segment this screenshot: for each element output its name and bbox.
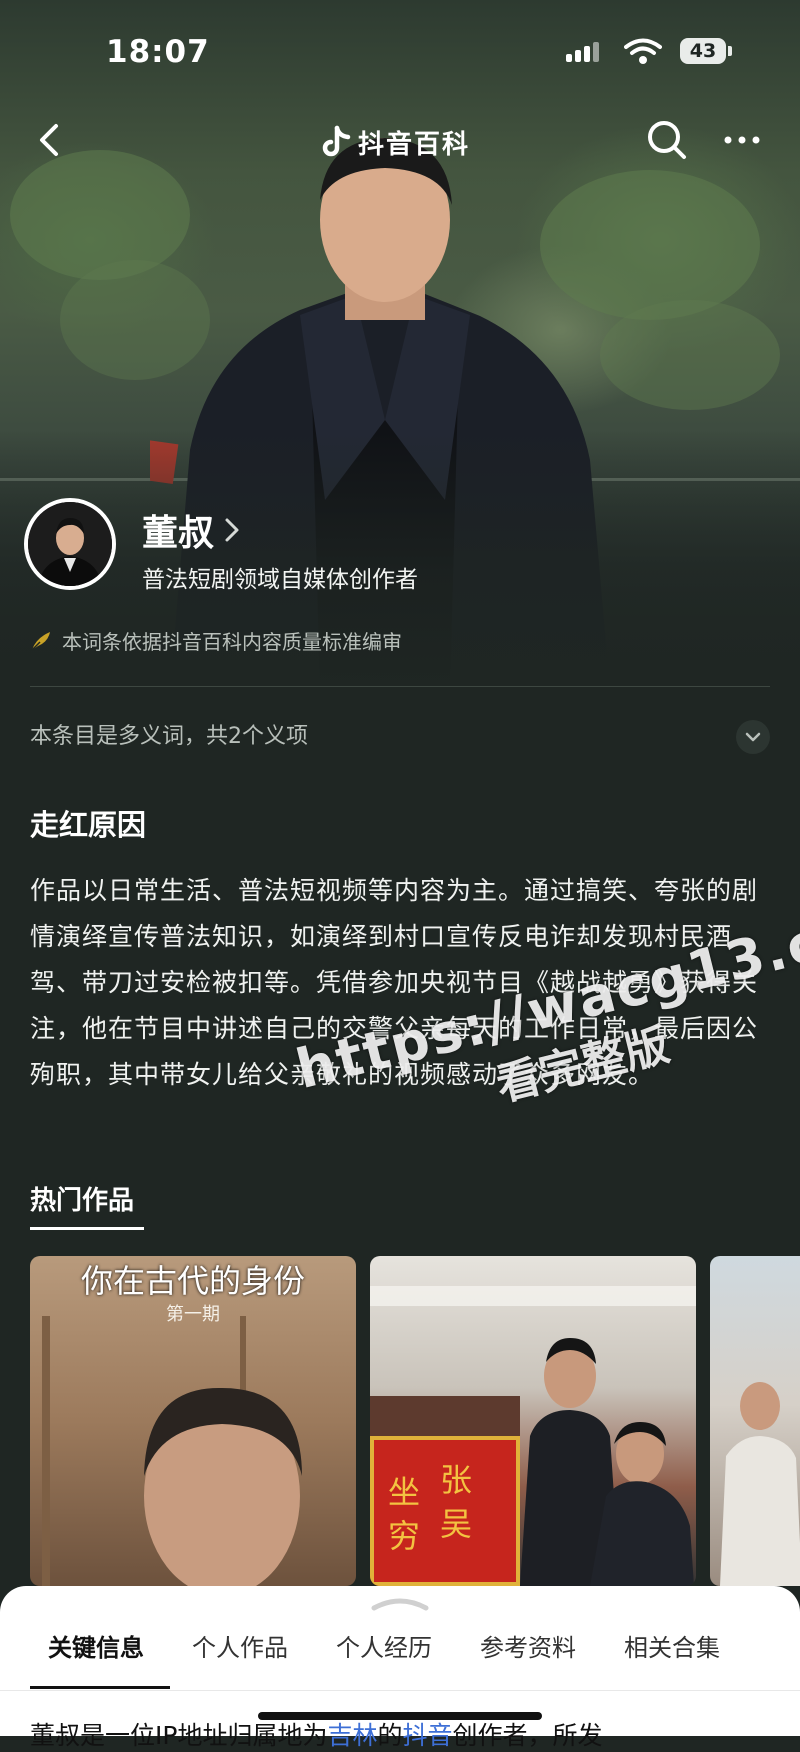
quill-icon bbox=[31, 631, 50, 651]
red-banner: 坐穷 张吴 bbox=[370, 1436, 520, 1586]
search-icon[interactable] bbox=[645, 118, 689, 162]
avatar[interactable] bbox=[24, 498, 116, 590]
section-title: 走红原因 bbox=[30, 808, 147, 842]
work-card[interactable]: 你在古代的身份 第一期 bbox=[30, 1256, 356, 1586]
hot-works-carousel: 你在古代的身份 第一期 坐穷 张吴 bbox=[30, 1256, 800, 1586]
tab-active-indicator bbox=[30, 1227, 144, 1230]
work-card-face bbox=[144, 1387, 302, 1586]
expand-button[interactable] bbox=[736, 720, 770, 754]
banner-text-right: 张吴 bbox=[440, 1461, 473, 1543]
tab-related-collections[interactable]: 相关合集 bbox=[624, 1628, 720, 1663]
top-nav: 抖音百科 bbox=[0, 108, 800, 172]
work-card-people bbox=[520, 1338, 694, 1586]
profile-subtitle: 普法短剧领域自媒体创作者 bbox=[142, 567, 418, 593]
banner-text-left: 坐穷 bbox=[388, 1473, 421, 1555]
work-card-title: 你在古代的身份 bbox=[80, 1262, 305, 1300]
profile-header: 董叔 普法短剧领域自媒体创作者 bbox=[24, 498, 784, 598]
chevron-down-icon bbox=[745, 732, 761, 742]
work-card-person bbox=[720, 1382, 800, 1586]
work-card-episode: 第一期 bbox=[166, 1304, 220, 1325]
status-bar: 18:07 43 bbox=[0, 0, 800, 100]
profile-name: 董叔 bbox=[142, 513, 215, 554]
brand-title: 抖音百科 bbox=[320, 122, 470, 162]
door-frame bbox=[42, 1316, 50, 1586]
review-note-text: 本词条依据抖音百科内容质量标准编审 bbox=[62, 630, 402, 654]
battery-icon bbox=[728, 46, 732, 56]
work-card[interactable]: 坐穷 张吴 bbox=[370, 1256, 696, 1586]
battery-level: 43 bbox=[680, 38, 726, 64]
tab-references[interactable]: 参考资料 bbox=[480, 1628, 576, 1663]
divider bbox=[30, 686, 770, 687]
polysemy-row[interactable]: 本条目是多义词，共2个义项 bbox=[30, 718, 770, 754]
signal-icon bbox=[566, 42, 602, 62]
foliage bbox=[600, 300, 780, 410]
more-options-icon[interactable] bbox=[720, 122, 764, 158]
key-info-preview: 董叔是一位IP地址归属地为吉林的抖音创作者，所发 bbox=[30, 1716, 603, 1752]
tab-personal-works[interactable]: 个人作品 bbox=[192, 1628, 288, 1663]
divider bbox=[0, 1690, 800, 1691]
ceiling-light bbox=[370, 1286, 696, 1306]
tab-active-indicator bbox=[30, 1686, 170, 1689]
review-note: 本词条依据抖音百科内容质量标准编审 bbox=[30, 626, 402, 655]
work-card[interactable] bbox=[710, 1256, 800, 1586]
brand-title-text: 抖音百科 bbox=[358, 129, 471, 160]
tab-personal-experience[interactable]: 个人经历 bbox=[336, 1628, 432, 1663]
chevron-right-icon bbox=[225, 518, 239, 542]
polysemy-text: 本条目是多义词，共2个义项 bbox=[30, 724, 308, 749]
sheet-tab-bar: 关键信息 个人作品 个人经历 参考资料 相关合集 bbox=[0, 1628, 800, 1684]
douyin-logo-icon bbox=[322, 125, 351, 157]
profile-name-link[interactable]: 董叔 bbox=[142, 504, 240, 556]
avatar-image bbox=[28, 502, 112, 586]
home-indicator[interactable] bbox=[258, 1712, 542, 1720]
status-time: 18:07 bbox=[106, 34, 210, 70]
tab-hot-works[interactable]: 热门作品 bbox=[30, 1180, 134, 1217]
tab-key-info[interactable]: 关键信息 bbox=[48, 1628, 144, 1663]
back-icon[interactable] bbox=[30, 120, 70, 160]
sheet-handle-icon[interactable] bbox=[370, 1596, 430, 1612]
wifi-icon bbox=[624, 38, 662, 64]
